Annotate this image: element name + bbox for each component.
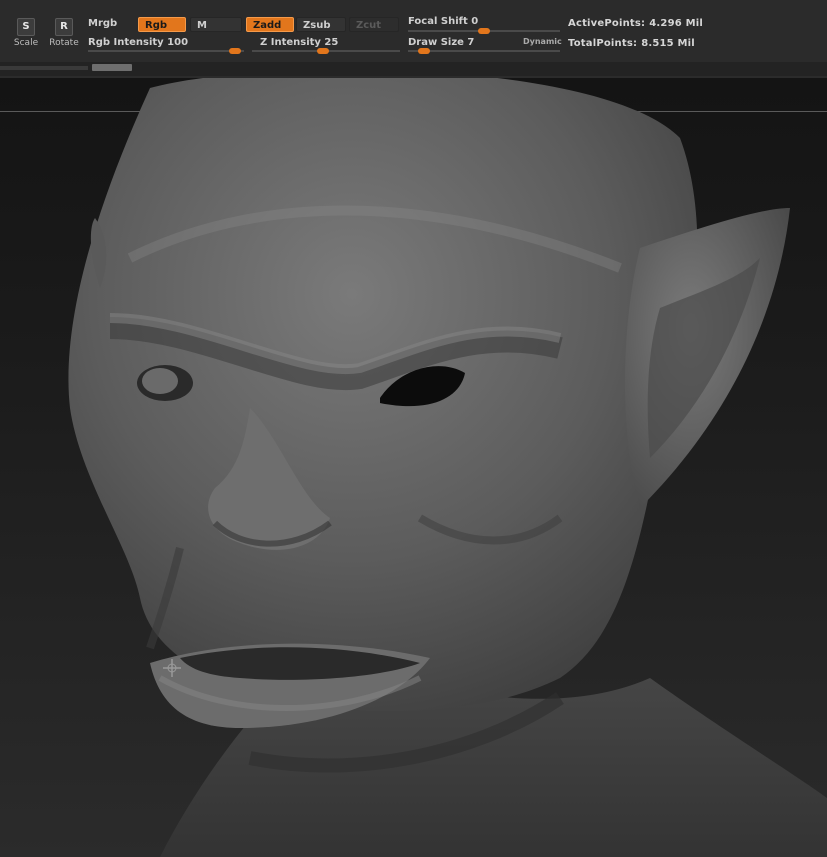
z-intensity-slider[interactable] — [252, 48, 400, 54]
focal-shift-slider[interactable] — [408, 28, 560, 34]
dynamic-toggle[interactable]: Dynamic — [523, 37, 562, 46]
total-points-label: TotalPoints: — [568, 38, 638, 49]
total-points-value: 8.515 Mil — [641, 38, 695, 49]
focal-shift-label: Focal Shift 0 — [408, 16, 479, 27]
draw-size-knob[interactable] — [418, 48, 430, 54]
draw-size-slider[interactable] — [408, 48, 560, 54]
z-intensity-knob[interactable] — [317, 48, 329, 54]
m-button[interactable]: M — [190, 17, 242, 32]
mrgb-button[interactable]: Mrgb — [88, 18, 117, 29]
rgb-intensity-knob[interactable] — [229, 48, 241, 54]
rgb-intensity-label: Rgb Intensity 100 — [88, 37, 189, 48]
zadd-button[interactable]: Zadd — [246, 17, 294, 32]
scale-tool-button[interactable]: S Scale — [6, 18, 46, 48]
top-toolbar: S Scale R Rotate Mrgb Rgb M Zadd Zsub Zc… — [0, 0, 827, 79]
sculpted-head-model — [68, 78, 827, 857]
focal-shift-knob[interactable] — [478, 28, 490, 34]
document-canvas[interactable] — [0, 78, 827, 857]
shelf-subbar — [0, 62, 827, 76]
active-points-value: 4.296 Mil — [649, 18, 703, 29]
rotate-key-icon: R — [55, 18, 73, 36]
shelf-scroll-track[interactable] — [0, 66, 88, 70]
z-intensity-label: Z Intensity 25 — [260, 37, 339, 48]
rgb-button[interactable]: Rgb — [138, 17, 186, 32]
total-points-readout: TotalPoints: 8.515 Mil — [568, 38, 695, 49]
draw-size-label: Draw Size 7 — [408, 37, 475, 48]
rotate-label: Rotate — [49, 38, 79, 48]
shelf-scroll-thumb[interactable] — [92, 64, 132, 71]
scale-label: Scale — [13, 38, 39, 48]
rotate-tool-button[interactable]: R Rotate — [44, 18, 84, 48]
active-points-label: ActivePoints: — [568, 18, 646, 29]
scale-key-icon: S — [17, 18, 35, 36]
active-points-readout: ActivePoints: 4.296 Mil — [568, 18, 703, 29]
zsub-button[interactable]: Zsub — [296, 17, 346, 32]
zcut-button[interactable]: Zcut — [349, 17, 399, 32]
rgb-intensity-slider[interactable] — [88, 48, 244, 54]
